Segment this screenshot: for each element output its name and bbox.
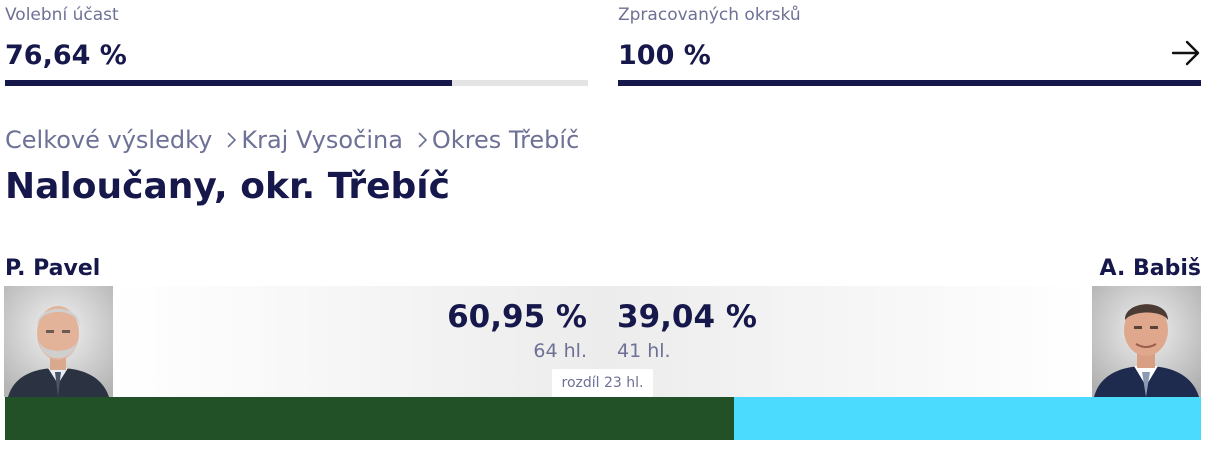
turnout-progress-bar [5, 80, 588, 86]
processed-stat[interactable]: Zpracovaných okrsků 100 % [618, 0, 1201, 90]
candidate-2-votes: 41 hl. [617, 340, 671, 362]
candidate-1-bar [5, 397, 735, 440]
turnout-stat: Volební účast 76,64 % [5, 0, 588, 90]
candidate-2-percent: 39,04 % [617, 299, 757, 335]
candidate-1-name: P. Pavel [5, 256, 101, 281]
breadcrumb-item-overall[interactable]: Celkové výsledky [5, 126, 212, 154]
candidate-1-votes: 64 hl. [533, 340, 587, 362]
processed-progress-fill [618, 80, 1201, 86]
processed-value: 100 % [618, 40, 711, 71]
chevron-right-icon [417, 127, 429, 155]
chevron-right-icon [226, 127, 238, 155]
candidate-2-photo [1092, 286, 1201, 397]
processed-label: Zpracovaných okrsků [618, 5, 801, 25]
turnout-label: Volební účast [5, 5, 119, 25]
arrow-right-icon[interactable] [1171, 38, 1201, 68]
vote-difference-label: rozdíl 23 hl. [552, 369, 653, 397]
candidate-2-bar [734, 397, 1201, 440]
page-title: Naloučany, okr. Třebíč [5, 166, 450, 207]
breadcrumb: Celkové výsledky Kraj Vysočina Okres Třebí… [5, 126, 579, 155]
processed-progress-bar [618, 80, 1201, 86]
turnout-value: 76,64 % [5, 40, 127, 71]
candidate-2-name: A. Babiš [1099, 256, 1201, 281]
result-bar [5, 397, 1201, 440]
candidate-1-photo [4, 286, 113, 397]
breadcrumb-item-district[interactable]: Okres Třebíč [432, 126, 579, 154]
turnout-progress-fill [5, 80, 452, 86]
candidate-1-percent: 60,95 % [447, 299, 587, 335]
breadcrumb-item-region[interactable]: Kraj Vysočina [241, 126, 403, 154]
